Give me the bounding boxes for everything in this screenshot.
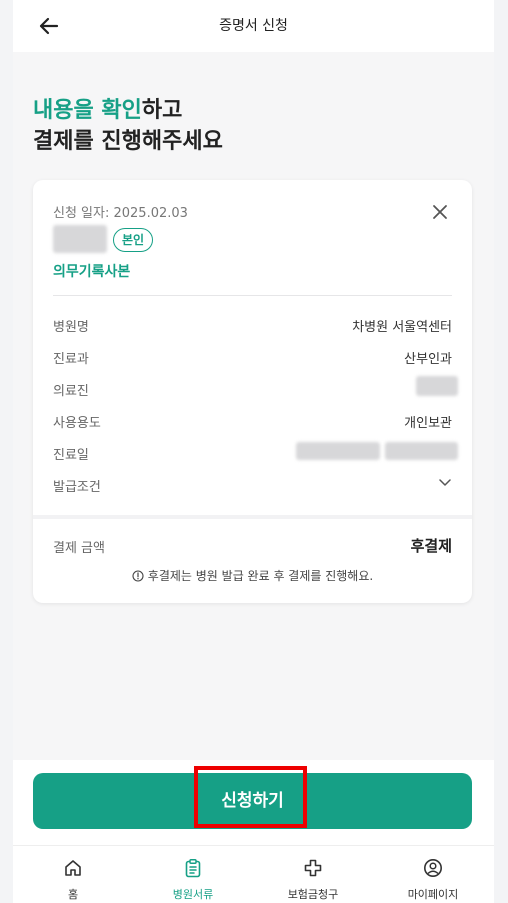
row-value-hospital: 차병원 서울역센터 bbox=[352, 320, 452, 335]
row-value-purpose: 개인보관 bbox=[404, 416, 452, 431]
headline: 내용을 확인하고 결제를 진행해주세요 bbox=[33, 95, 223, 157]
chevron-down-icon[interactable] bbox=[439, 479, 451, 487]
payment-notice-text: 후결제는 병원 발급 완료 후 결제를 진행해요. bbox=[147, 569, 374, 583]
row-label-hospital: 병원명 bbox=[53, 320, 89, 335]
divider bbox=[53, 295, 452, 296]
nav-item-home[interactable]: 홈 bbox=[13, 846, 133, 903]
home-icon bbox=[65, 860, 81, 876]
highlight-box bbox=[194, 766, 307, 828]
user-circle-icon bbox=[424, 859, 442, 877]
row-label-visit-date: 진료일 bbox=[53, 448, 89, 463]
nav-label-documents: 병원서류 bbox=[172, 888, 214, 901]
nav-item-insurance[interactable]: 보험금청구 bbox=[253, 846, 373, 903]
row-label-purpose: 사용용도 bbox=[53, 416, 101, 431]
self-badge: 본인 bbox=[113, 228, 154, 252]
row-label-conditions[interactable]: 발급조건 bbox=[53, 476, 101, 495]
nav-label-mypage: 마이페이지 bbox=[407, 888, 459, 901]
request-card: 신청 일자: 2025.02.03 본인 의무기록사본 병원명 차병원 서울역센… bbox=[33, 180, 472, 603]
blurred-doctor bbox=[416, 376, 458, 396]
nav-label-insurance: 보험금청구 bbox=[287, 888, 339, 901]
blurred-name bbox=[53, 225, 107, 253]
nav-item-documents[interactable]: 병원서류 bbox=[133, 846, 253, 903]
request-date: 신청 일자: 2025.02.03 bbox=[53, 206, 188, 221]
info-icon bbox=[132, 570, 144, 582]
headline-rest: 하고 bbox=[141, 98, 183, 123]
payment-label: 결제 금액 bbox=[53, 541, 105, 556]
headline-accent: 내용을 확인 bbox=[33, 98, 142, 123]
payment-notice: 후결제는 병원 발급 완료 후 결제를 진행해요. bbox=[33, 567, 472, 584]
row-label-doctor: 의료진 bbox=[53, 384, 89, 399]
bottom-nav: 홈 병원서류 보험금청구 마이페이지 bbox=[13, 845, 494, 903]
blurred-visit-date-1 bbox=[296, 442, 380, 460]
document-type: 의무기록사본 bbox=[53, 264, 131, 280]
row-value-department: 산부인과 bbox=[404, 352, 452, 367]
nav-item-mypage[interactable]: 마이페이지 bbox=[373, 846, 493, 903]
headline-line2: 결제를 진행해주세요 bbox=[33, 129, 223, 154]
row-label-department: 진료과 bbox=[53, 352, 89, 367]
blurred-visit-date-2 bbox=[385, 442, 458, 460]
payment-value: 후결제 bbox=[410, 537, 452, 555]
close-icon[interactable] bbox=[432, 204, 448, 220]
section-separator bbox=[33, 515, 472, 519]
page-title: 증명서 신청 bbox=[219, 18, 288, 34]
nav-label-home: 홈 bbox=[67, 888, 79, 901]
header: 증명서 신청 bbox=[13, 0, 494, 52]
clipboard-icon bbox=[185, 859, 201, 878]
plus-cross-icon bbox=[304, 859, 322, 877]
